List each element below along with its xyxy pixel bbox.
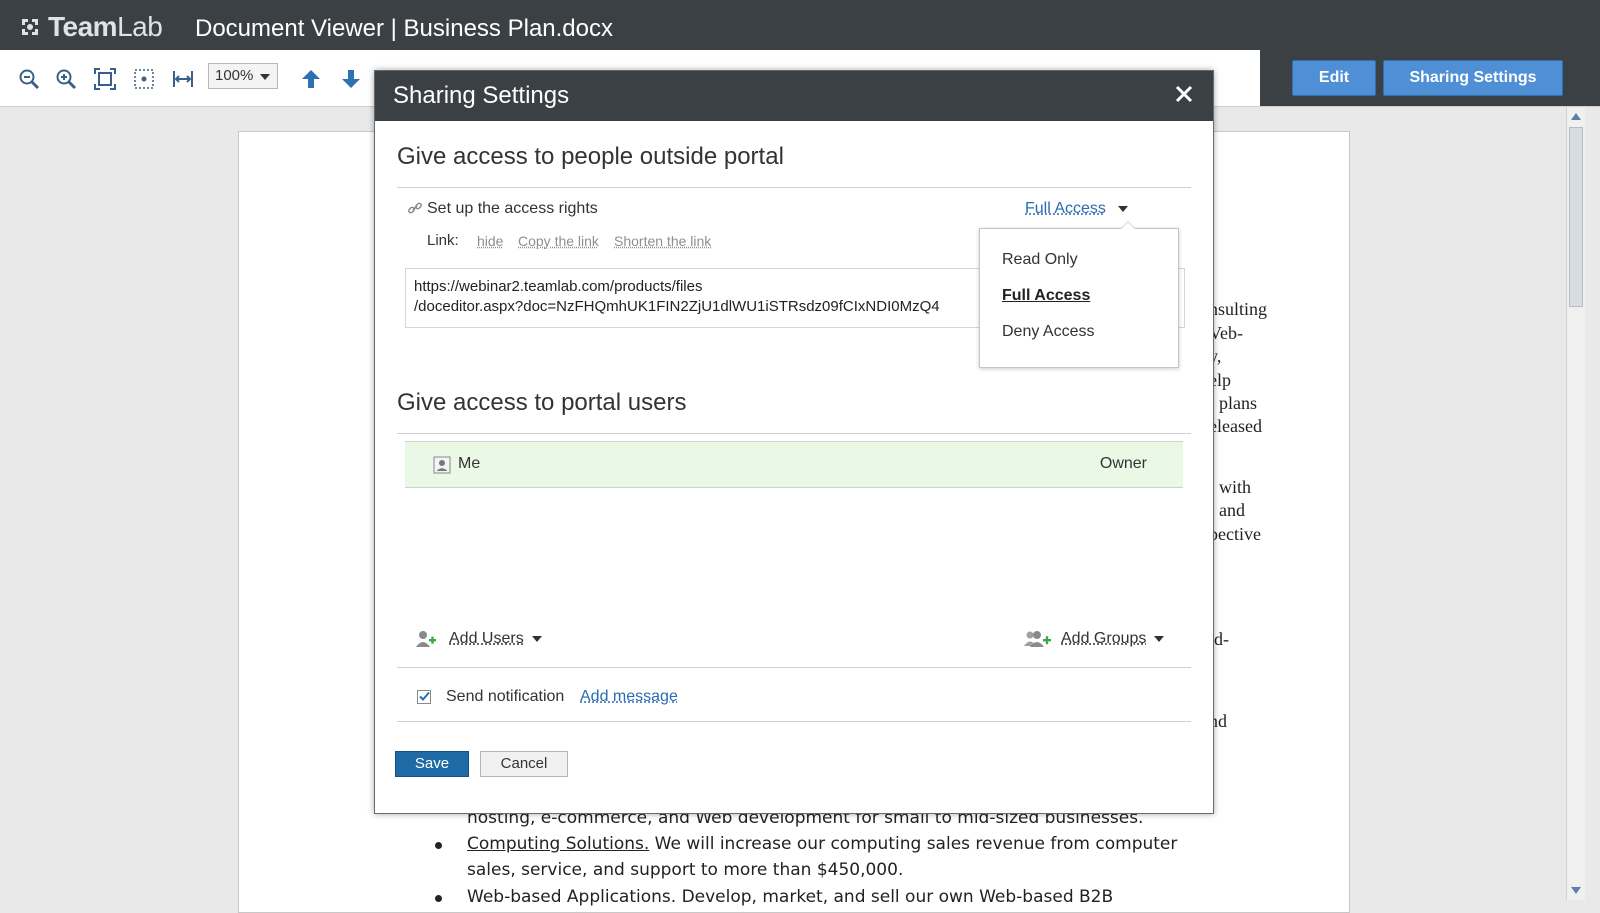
dialog-title: Sharing Settings — [393, 82, 569, 110]
option-read-only[interactable]: Read Only — [1002, 251, 1078, 269]
doc-text-fragment: nsulting — [1209, 299, 1267, 320]
add-users-label: Add Users — [449, 630, 524, 648]
option-deny-access[interactable]: Deny Access — [1002, 323, 1094, 341]
chevron-down-icon — [1118, 206, 1128, 212]
doc-text-fragment: plans — [1219, 393, 1257, 414]
send-notification-checkbox[interactable] — [417, 690, 431, 704]
add-message-link[interactable]: Add message — [580, 688, 678, 706]
logo-text-lab: Lab — [117, 11, 162, 42]
logo-text-team: Team — [48, 11, 117, 42]
divider — [397, 433, 1191, 434]
add-groups-label: Add Groups — [1061, 630, 1146, 648]
dialog-header: Sharing Settings — [375, 71, 1213, 121]
doc-text-fragment: pective — [1209, 524, 1261, 545]
option-full-access[interactable]: Full Access — [1002, 287, 1090, 305]
add-groups-button[interactable]: Add Groups — [1023, 629, 1164, 649]
doc-line-rest: We will increase our computing sales rev… — [649, 834, 1177, 854]
sharing-settings-dialog: Sharing Settings Give access to people o… — [374, 70, 1214, 814]
actual-size-icon[interactable] — [133, 68, 155, 90]
add-group-icon — [1023, 629, 1053, 649]
page-title: Document Viewer | Business Plan.docx — [195, 15, 613, 43]
bullet — [435, 895, 442, 902]
chevron-down-icon — [532, 636, 542, 642]
zoom-out-icon[interactable] — [18, 68, 40, 90]
fit-width-icon[interactable] — [172, 68, 194, 90]
chevron-down-icon — [1154, 636, 1164, 642]
divider — [397, 187, 1191, 188]
scroll-up-icon[interactable] — [1571, 113, 1581, 120]
setup-access-label: Set up the access rights — [427, 200, 598, 218]
portal-access-heading: Give access to portal users — [397, 389, 686, 417]
access-rights-dropdown: Read Only Full Access Deny Access — [979, 228, 1179, 368]
cancel-button[interactable]: Cancel — [480, 751, 568, 777]
user-role: Owner — [1100, 455, 1147, 473]
page-down-icon[interactable] — [340, 68, 362, 90]
user-name: Me — [458, 455, 480, 473]
logo-gear-icon — [18, 15, 42, 39]
page-up-icon[interactable] — [300, 68, 322, 90]
table-row: Me Owner — [405, 441, 1183, 488]
add-users-button[interactable]: Add Users — [415, 629, 542, 649]
zoom-value: 100% — [215, 67, 253, 84]
doc-text-fragment: Veb- — [1209, 323, 1243, 344]
sharing-settings-button[interactable]: Sharing Settings — [1383, 60, 1563, 96]
vertical-scrollbar[interactable] — [1566, 107, 1585, 900]
access-rights-value: Full Access — [1025, 200, 1106, 218]
save-button[interactable]: Save — [395, 751, 469, 777]
scroll-thumb[interactable] — [1569, 127, 1583, 307]
doc-line: Web-based Applications. Develop, market,… — [467, 887, 1113, 907]
link-icon — [407, 200, 423, 216]
close-icon[interactable] — [1171, 81, 1197, 107]
doc-line: sales, service, and support to more than… — [467, 860, 903, 880]
scroll-down-icon[interactable] — [1571, 887, 1581, 894]
doc-line: Computing Solutions. We will increase ou… — [467, 834, 1177, 854]
bullet — [435, 842, 442, 849]
toolbar-actions: Edit Sharing Settings — [1260, 50, 1600, 106]
fit-page-icon[interactable] — [94, 68, 116, 90]
copy-link[interactable]: Copy the link — [518, 233, 599, 249]
app-header: TeamLab Document Viewer | Business Plan.… — [0, 0, 1600, 54]
outside-access-heading: Give access to people outside portal — [397, 143, 784, 171]
user-icon — [433, 456, 451, 474]
add-user-icon — [415, 629, 437, 649]
link-label: Link: — [427, 232, 459, 249]
logo-text: TeamLab — [48, 11, 162, 43]
doc-line-lead: Computing Solutions. — [467, 834, 649, 854]
access-rights-select[interactable]: Full Access — [1025, 200, 1128, 218]
teamlab-logo[interactable]: TeamLab — [18, 12, 162, 42]
doc-text-fragment: with — [1219, 477, 1251, 498]
shorten-link[interactable]: Shorten the link — [614, 233, 711, 249]
zoom-in-icon[interactable] — [55, 68, 77, 90]
check-icon — [419, 691, 430, 702]
hide-link[interactable]: hide — [477, 233, 503, 249]
send-notification-label: Send notification — [446, 688, 564, 706]
divider — [397, 721, 1191, 722]
doc-text-fragment: eleased — [1209, 416, 1262, 437]
zoom-select[interactable]: 100% — [208, 63, 278, 89]
divider — [397, 667, 1191, 668]
edit-button[interactable]: Edit — [1292, 60, 1376, 96]
doc-text-fragment: and — [1219, 500, 1245, 521]
chevron-down-icon — [260, 74, 270, 80]
